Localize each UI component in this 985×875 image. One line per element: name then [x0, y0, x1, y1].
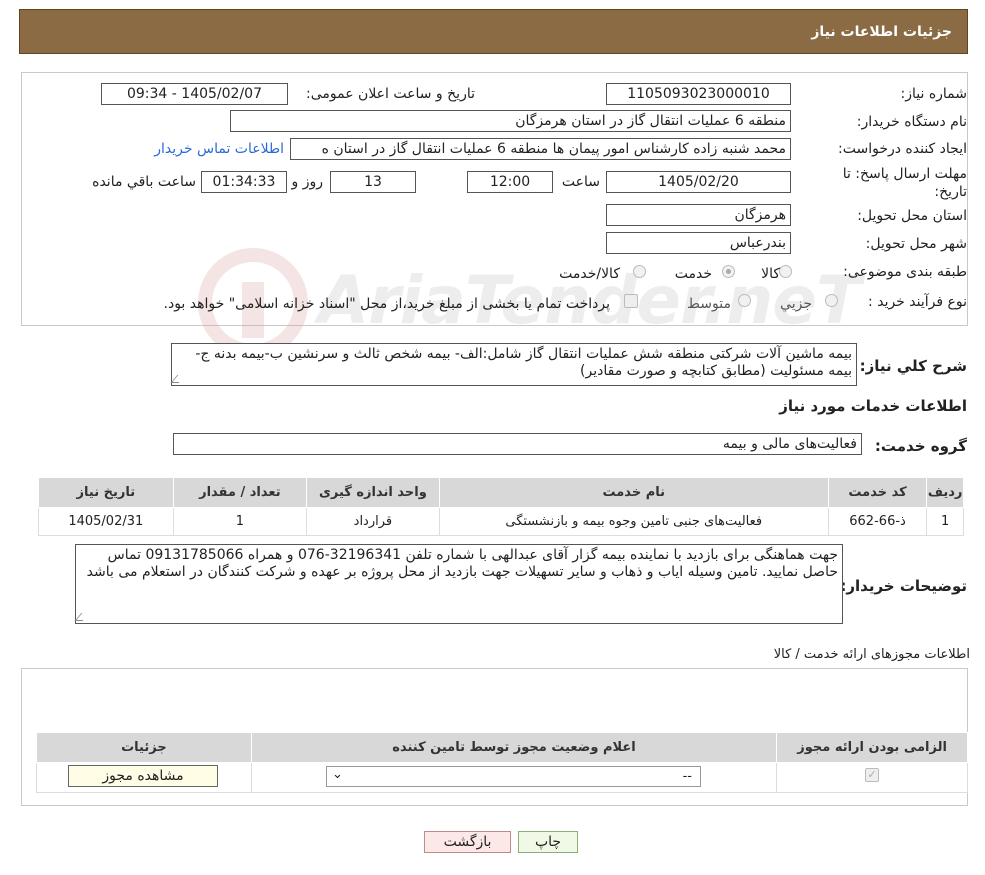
buyer-contact-link[interactable]: اطلاعات تماس خریدار: [154, 141, 284, 157]
resize-handle-icon[interactable]: [170, 375, 186, 383]
announce-label: تاریخ و ساعت اعلان عمومی:: [306, 86, 475, 102]
back-button[interactable]: بازگشت: [424, 831, 511, 853]
category-radio-goods[interactable]: [779, 265, 792, 278]
deadline-date-field: 1405/02/20: [606, 171, 791, 193]
cell-date: 1405/02/31: [38, 507, 174, 536]
creator-label: ایجاد کننده درخواست:: [838, 141, 967, 157]
permits-table-header: الزامی بودن ارائه مجوز اعلام وضعیت مجوز …: [36, 732, 968, 763]
resize-handle-icon[interactable]: [74, 613, 90, 621]
treasury-checkbox[interactable]: [624, 294, 638, 308]
print-button[interactable]: چاپ: [518, 831, 578, 853]
category-option-goods: کالا: [761, 266, 780, 282]
col-permit-required: الزامی بودن ارائه مجوز: [776, 732, 968, 763]
col-unit: واحد اندازه گیری: [306, 477, 440, 508]
buyer-label: نام دستگاه خریدار:: [856, 114, 967, 130]
category-option-service: خدمت: [674, 266, 712, 282]
services-section-title: اطلاعات خدمات مورد نیاز: [779, 397, 967, 415]
process-radio-medium[interactable]: [738, 294, 751, 307]
services-table-header: رديف کد خدمت نام خدمت واحد اندازه گیری ت…: [38, 477, 964, 508]
permit-status-select[interactable]: -- ⌄: [326, 766, 701, 787]
buyer-notes-textarea[interactable]: جهت هماهنگی برای بازدید با نماینده بیمه …: [74, 544, 843, 624]
permit-status-value: --: [682, 769, 692, 784]
service-group-label: گروه خدمت:: [874, 437, 967, 455]
province-label: استان محل تحویل:: [857, 208, 967, 224]
chevron-down-icon: ⌄: [332, 767, 343, 782]
summary-textarea[interactable]: بیمه ماشین آلات شرکتی منطقه شش عملیات ان…: [170, 343, 857, 386]
process-option-medium: متوسط: [687, 296, 731, 312]
col-date: تاریخ نیاز: [38, 477, 174, 508]
need-number-field: 1105093023000010: [606, 83, 791, 105]
announce-field: 1405/02/07 - 09:34: [101, 83, 288, 105]
view-permit-button[interactable]: مشاهده مجوز: [68, 765, 218, 787]
deadline-time-field: 12:00: [467, 171, 553, 193]
remaining-label: ساعت باقي مانده: [92, 174, 196, 190]
buyer-notes-label: توضیحات خریدار:: [840, 577, 967, 595]
col-name: نام خدمت: [438, 477, 829, 508]
col-code: کد خدمت: [827, 477, 928, 508]
cell-row: 1: [926, 507, 964, 536]
process-option-minor: جزیي: [780, 296, 812, 312]
category-radio-goods-service[interactable]: [633, 265, 646, 278]
process-label: نوع فرآیند خرید :: [868, 294, 967, 310]
summary-text: بیمه ماشین آلات شرکتی منطقه شش عملیات ان…: [195, 346, 852, 379]
creator-field: محمد شنبه زاده کارشناس امور پیمان ها منط…: [290, 138, 791, 160]
cell-name: فعالیت‌های جنبی تامین وجوه بیمه و بازنشس…: [438, 507, 829, 536]
col-qty: تعداد / مقدار: [172, 477, 308, 508]
category-option-goods-service: کالا/خدمت: [559, 266, 620, 282]
days-label: روز و: [291, 174, 324, 190]
treasury-note: پرداخت تمام یا بخشی از مبلغ خرید،از محل …: [163, 296, 610, 312]
col-row: رديف: [926, 477, 964, 508]
page-title: جزئیات اطلاعات نیاز: [811, 24, 952, 40]
col-permit-details: جزئیات: [36, 732, 252, 763]
category-label: طبقه بندی موضوعی:: [843, 264, 967, 280]
city-label: شهر محل تحویل:: [865, 236, 967, 252]
page-header: جزئیات اطلاعات نیاز: [19, 9, 968, 54]
services-table: رديف کد خدمت نام خدمت واحد اندازه گیری ت…: [38, 477, 964, 536]
deadline-label-date: تاریخ:: [934, 184, 967, 200]
province-field: هرمزگان: [606, 204, 791, 226]
summary-label: شرح کلي نياز:: [859, 357, 967, 375]
process-radio-minor[interactable]: [825, 294, 838, 307]
buyer-field: منطقه 6 عملیات انتقال گاز در استان هرمزگ…: [230, 110, 791, 132]
table-row: 1 ذ-66-662 فعالیت‌های جنبی تامین وجوه بی…: [38, 507, 964, 536]
need-number-label: شماره نیاز:: [900, 86, 968, 102]
days-field: 13: [330, 171, 416, 193]
col-permit-status: اعلام وضعیت مجوز توسط تامین کننده: [250, 732, 778, 763]
cell-code: ذ-66-662: [827, 507, 928, 536]
remaining-time-field: 01:34:33: [201, 171, 287, 193]
city-field: بندرعباس: [606, 232, 791, 254]
service-group-field: فعالیت‌های مالی و بیمه: [173, 433, 862, 455]
category-radio-service[interactable]: [722, 265, 735, 278]
deadline-time-label: ساعت: [561, 174, 600, 190]
permits-section-title: اطلاعات مجوزهای ارائه خدمت / کالا: [773, 647, 970, 662]
deadline-label: مهلت ارسال پاسخ: تا: [842, 166, 967, 182]
cell-qty: 1: [172, 507, 308, 536]
buyer-notes-text: جهت هماهنگی برای بازدید با نماینده بیمه …: [86, 547, 838, 580]
permit-required-checkbox: ✓: [865, 768, 879, 782]
cell-unit: قرارداد: [306, 507, 440, 536]
